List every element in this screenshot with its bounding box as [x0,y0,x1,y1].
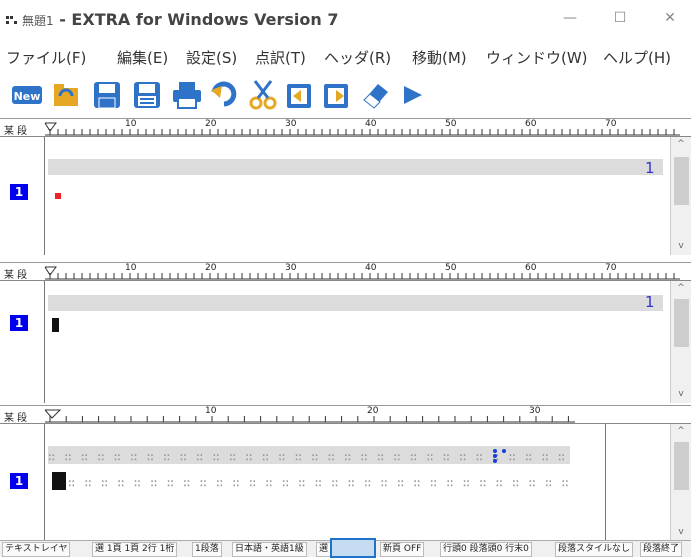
scroll-thumb[interactable] [674,157,689,205]
ruler-num: 10 [205,406,217,416]
close-button[interactable]: ✕ [655,10,685,30]
eraser-icon[interactable] [358,78,392,112]
status-indent: 行頭0 段落頭0 行末0 [440,542,532,557]
scroll-down-icon[interactable]: v [676,389,686,399]
braille-text-row: ∷ ∷ ∷ ∷ ∷ ∷ ∷ ∷ ∷ ∷ ∷ ∷ ∷ ∷ ∷ ∷ ∷ ∷ ∷ ∷ … [68,472,570,490]
scroll-down-icon[interactable]: v [676,241,686,251]
text-pane-1: 某 段 10 20 30 40 50 60 70 1 1 ^ v [0,118,691,255]
menu-settings[interactable]: 設定(S) [186,47,237,68]
menu-header[interactable]: ヘッダ(R) [324,47,391,68]
ruler-num: 10 [125,119,137,129]
gutter-divider [44,281,45,403]
ruler-num: 50 [445,263,457,273]
ruler-num: 50 [445,119,457,129]
save-as-icon[interactable] [130,78,164,112]
status-position: 選 1頁 1頁 2行 1桁 [92,542,178,557]
ruler-num: 60 [525,119,537,129]
status-language: 日本語・英語1級 [232,542,307,557]
vertical-scrollbar[interactable]: ^ v [670,281,691,403]
window-title: 無題1 - EXTRA for Windows Version 7 [22,10,338,29]
maximize-button[interactable]: ☐ [605,10,635,30]
header-row [48,159,663,175]
ruler-num: 70 [605,263,617,273]
editor-area-1[interactable]: 1 1 ^ v [0,136,691,255]
status-paragraph: 1段落 [192,542,222,557]
scroll-up-icon[interactable]: ^ [676,283,686,293]
ruler-num: 20 [205,263,217,273]
save-icon[interactable] [90,78,124,112]
editor-area-2[interactable]: 1 1 ^ v [0,280,691,403]
ruler-num: 30 [285,263,297,273]
braille-editor-area[interactable]: ∷ ∷ ∷ ∷ ∷ ∷ ∷ ∷ ∷ ∷ ∷ ∷ ∷ ∷ ∷ ∷ ∷ ∷ ∷ ∷ … [0,423,691,541]
app-icon [6,16,17,24]
braille-pane: 某 段 10 20 30 ∷ ∷ ∷ ∷ ∷ ∷ ∷ ∷ ∷ ∷ ∷ ∷ ∷ ∷… [0,405,691,541]
ruler-3: 某 段 10 20 30 [0,405,691,424]
ruler-num: 70 [605,119,617,129]
ruler-ticks [44,266,680,280]
play-icon[interactable] [396,78,430,112]
ruler-num: 20 [367,406,379,416]
open-icon[interactable] [50,78,84,112]
new-icon[interactable]: New [10,78,44,112]
minimize-button[interactable]: — [555,10,585,30]
menu-file[interactable]: ファイル(F) [6,47,86,68]
scroll-thumb[interactable] [674,299,689,347]
block-cursor [52,318,59,332]
taskbar-preview[interactable] [330,538,376,558]
menu-braille[interactable]: 点訳(T) [255,47,306,68]
braille-marker-icon [493,449,506,463]
text-pane-2: 某 段 10 20 30 40 50 60 70 1 1 ^ v [0,262,691,403]
toolbar: New [0,72,691,118]
gutter-divider [44,424,45,541]
right-margin-line [605,424,606,541]
menu-move[interactable]: 移動(M) [412,47,467,68]
title-bar: 無題1 - EXTRA for Windows Version 7 — ☐ ✕ [0,0,691,40]
braille-cursor [52,472,66,490]
scroll-thumb[interactable] [674,442,689,490]
ruler-num: 10 [125,263,137,273]
ruler-num: 20 [205,119,217,129]
ruler-2: 某 段 10 20 30 40 50 60 70 [0,262,691,281]
row-count: 1 [645,293,655,311]
ruler-num: 30 [529,406,541,416]
menu-bar: ファイル(F) 編集(E) 設定(S) 点訳(T) ヘッダ(R) 移動(M) ウ… [0,40,691,72]
vertical-scrollbar[interactable]: ^ v [670,424,691,541]
ruler-num: 40 [365,263,377,273]
scroll-up-icon[interactable]: ^ [676,426,686,436]
vertical-scrollbar[interactable]: ^ v [670,137,691,255]
copy-icon[interactable] [283,78,317,112]
line-number: 1 [10,315,28,331]
braille-cells: ∷ ∷ ∷ ∷ ∷ ∷ ∷ ∷ ∷ ∷ ∷ ∷ ∷ ∷ ∷ ∷ ∷ ∷ ∷ ∷ … [68,476,570,490]
ruler-num: 60 [525,263,537,273]
status-select: 選 [316,542,332,557]
line-number: 1 [10,184,28,200]
app-name: - EXTRA for Windows Version 7 [53,10,339,29]
paste-icon[interactable] [320,78,354,112]
print-icon[interactable] [170,78,204,112]
header-row [48,295,663,311]
ruler-1: 某 段 10 20 30 40 50 60 70 [0,118,691,137]
menu-edit[interactable]: 編集(E) [117,47,168,68]
ruler-ticks [44,409,575,423]
status-layer: テキストレイヤ [2,542,71,557]
scroll-up-icon[interactable]: ^ [676,139,686,149]
status-style: 段落スタイルなし [555,542,634,557]
undo-icon[interactable] [208,78,242,112]
ruler-num: 30 [285,119,297,129]
scroll-down-icon[interactable]: v [676,527,686,537]
cut-icon[interactable] [246,78,280,112]
new-icon-label: New [14,90,41,103]
row-count: 1 [645,159,655,177]
status-end: 段落終了 [640,542,683,557]
menu-help[interactable]: ヘルプ(H) [603,47,671,68]
ruler-num: 40 [365,119,377,129]
ruler-ticks [44,122,680,136]
text-cursor [55,193,61,199]
status-new-page: 新頁 OFF [380,542,425,557]
document-name: 無題1 [22,14,54,28]
line-number: 1 [10,473,28,489]
gutter-divider [44,137,45,255]
menu-window[interactable]: ウィンドウ(W) [486,47,588,68]
